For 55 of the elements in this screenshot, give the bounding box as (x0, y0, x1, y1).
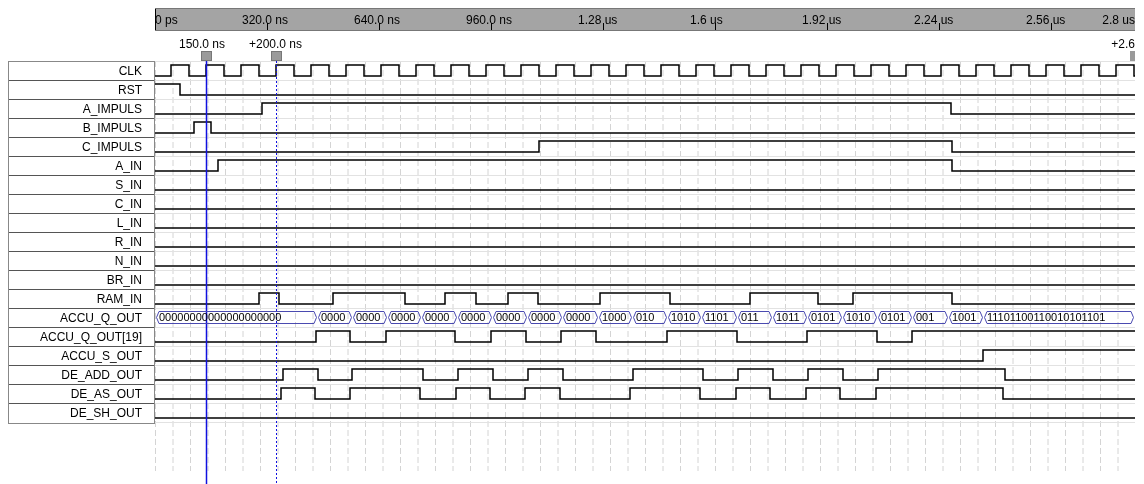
signal-name[interactable]: L_IN (9, 214, 154, 233)
signal-name[interactable]: RST (9, 81, 154, 100)
bus-value: 1101 (702, 311, 737, 324)
bus-value: 1011 (773, 311, 807, 324)
bus-value: 010 (633, 311, 667, 324)
bus-value: 1010 (668, 311, 701, 324)
signal-name[interactable]: B_IMPULS (9, 119, 154, 138)
cursor-handle[interactable] (271, 51, 282, 61)
signal-name[interactable]: R_IN (9, 233, 154, 252)
signal-name[interactable]: N_IN (9, 252, 154, 271)
time-tick-label: 2.8 us (1102, 12, 1135, 29)
bus-value: 1001 (949, 311, 983, 324)
signal-name[interactable]: A_IMPULS (9, 100, 154, 119)
cursor-handle[interactable] (1130, 51, 1135, 61)
cursor-label: +2.6 (1111, 36, 1135, 53)
time-tick-label: 2.24 us (914, 12, 954, 29)
signal-name[interactable]: BR_IN (9, 271, 154, 290)
signal-name[interactable]: DE_ADD_OUT (9, 366, 154, 385)
cursor-label: +200.0 ns (249, 36, 303, 53)
bus-value: 11101100110010101101 (984, 311, 1134, 324)
time-tick-label: 640.0 ns (354, 12, 401, 29)
signal-name[interactable]: ACCU_Q_OUT[19] (9, 328, 154, 347)
bus-value: 1000 (599, 311, 632, 324)
signal-name[interactable]: C_IMPULS (9, 138, 154, 157)
signal-name[interactable]: C_IN (9, 195, 154, 214)
signal-name[interactable]: CLK (9, 62, 154, 81)
bus-value: 0101 (808, 311, 842, 324)
bus-value: 001 (913, 311, 948, 324)
signal-name[interactable]: RAM_IN (9, 290, 154, 309)
bus-value: 0000 (388, 311, 421, 324)
time-tick-label: 0 ps (155, 12, 178, 29)
bus-value: 1010 (843, 311, 877, 324)
time-tick-label: 320.0 ns (242, 12, 289, 29)
bus-value: 0000 (493, 311, 527, 324)
bus-value: 0000 (318, 311, 352, 324)
bus-value: 0000 (528, 311, 562, 324)
bus-value: 0000 (353, 311, 387, 324)
time-tick-label: 1.28 us (578, 12, 618, 29)
signal-name[interactable]: S_IN (9, 176, 154, 195)
time-tick-label: 2.56 us (1026, 12, 1066, 29)
time-tick-label: 1.92 us (802, 12, 842, 29)
time-tick-label: 1.6 us (690, 12, 723, 29)
bus-value: 0000 (422, 311, 457, 324)
signal-name[interactable]: A_IN (9, 157, 154, 176)
bus-value: 0101 (878, 311, 912, 324)
signal-name[interactable]: ACCU_S_OUT (9, 347, 154, 366)
bus-value: 0000 (563, 311, 598, 324)
cursor-handle[interactable] (201, 51, 212, 61)
bus-value: 0000 (458, 311, 492, 324)
signal-name[interactable]: DE_SH_OUT (9, 404, 154, 423)
time-tick-label: 960.0 ns (466, 12, 513, 29)
signal-name[interactable]: ACCU_Q_OUT (9, 309, 154, 328)
cursor-label: 150.0 ns (179, 36, 226, 53)
signal-name[interactable]: DE_AS_OUT (9, 385, 154, 404)
bus-value: 011 (738, 311, 772, 324)
